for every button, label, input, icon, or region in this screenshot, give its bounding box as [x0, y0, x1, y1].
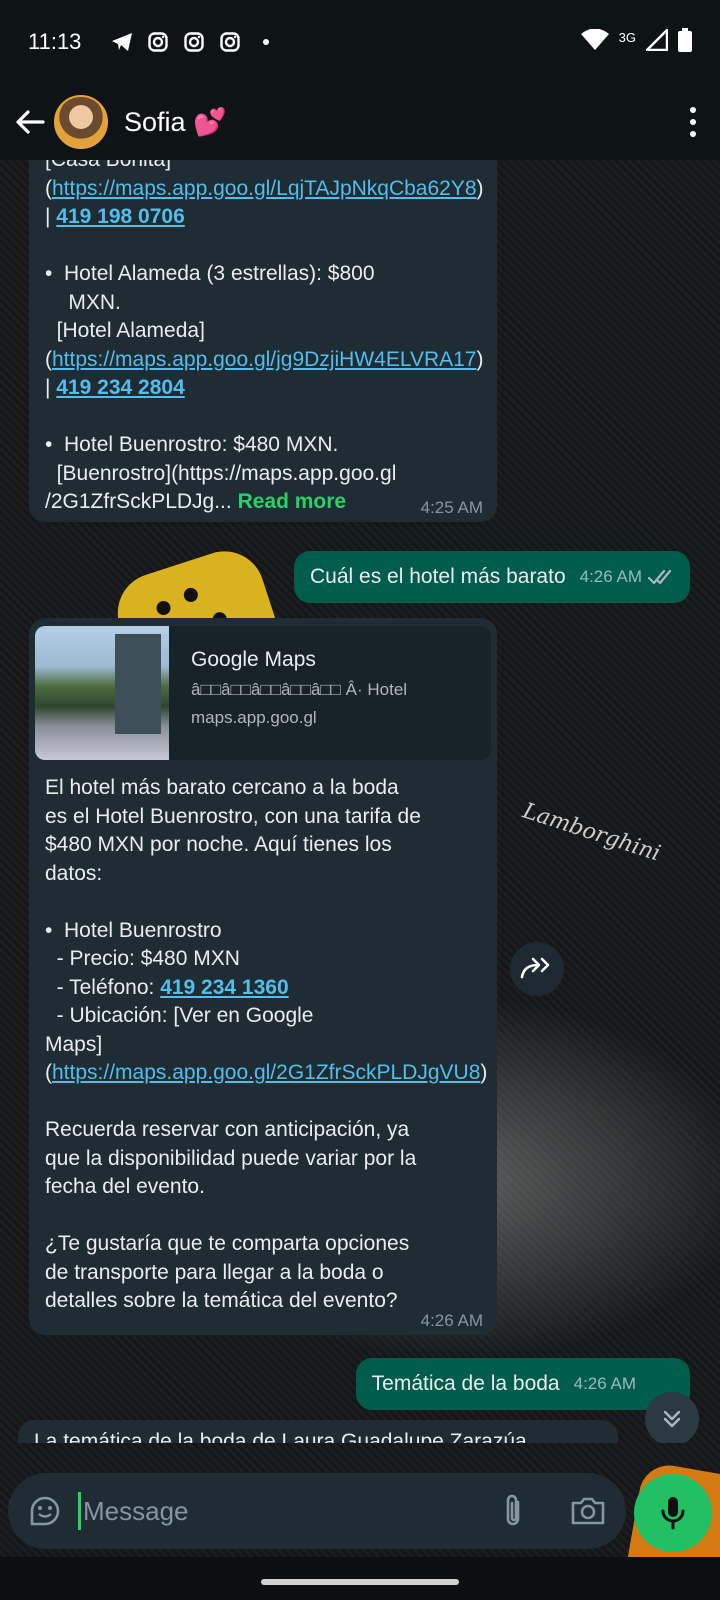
- message-timestamp: 4:26 AM: [420, 1311, 483, 1330]
- wifi-icon: [580, 28, 609, 56]
- message-timestamp: 4:26 AM: [579, 567, 642, 586]
- chat-header: Sofia 💕: [0, 84, 720, 160]
- message-timestamp: 4:25 AM: [420, 498, 483, 517]
- message-text: El hotel más barato cercano a la boda es…: [45, 776, 488, 1312]
- phone-link[interactable]: 419 234 1360: [160, 976, 288, 999]
- instagram-icon: [183, 31, 205, 53]
- link-preview-description: â□□â□□â□□â□□â□□ Â· Hotel: [191, 680, 408, 699]
- contact-name[interactable]: Sofia 💕: [124, 106, 227, 138]
- link-preview-thumbnail: [35, 626, 169, 760]
- scroll-to-bottom-button[interactable]: [645, 1392, 699, 1443]
- camera-icon[interactable]: [568, 1491, 608, 1531]
- read-more-link[interactable]: Read more: [238, 490, 347, 513]
- contact-avatar[interactable]: [54, 95, 108, 149]
- read-receipt-icon: [648, 568, 676, 586]
- message-incoming[interactable]: La temática de la boda de Laura Guadalup…: [18, 1420, 618, 1443]
- text-cursor: [78, 1492, 81, 1530]
- link-preview-domain: maps.app.goo.gl: [191, 708, 317, 727]
- message-outgoing[interactable]: Temática de la boda 4:26 AM: [355, 1358, 690, 1410]
- message-incoming[interactable]: Google Maps â□□â□□â□□â□□â□□ Â· Hotel map…: [29, 618, 497, 1335]
- instagram-icon: [219, 31, 241, 53]
- more-options-icon[interactable]: [678, 102, 708, 142]
- link-preview-title: Google Maps: [191, 648, 316, 671]
- message-incoming[interactable]: [Casa Bonita](https://maps.app.goo.gl/Lq…: [29, 160, 497, 522]
- link-preview-card[interactable]: Google Maps â□□â□□â□□â□□â□□ Â· Hotel map…: [35, 626, 491, 760]
- status-bar: 11:13 3G: [0, 0, 720, 84]
- message-text: La temática de la boda de Laura Guadalup…: [34, 1430, 527, 1443]
- system-navigation-bar: [0, 1557, 720, 1600]
- status-time: 11:13: [28, 29, 82, 54]
- emoji-sticker-icon[interactable]: [26, 1492, 64, 1530]
- dot-icon: [255, 31, 277, 53]
- instagram-icon: [147, 31, 169, 53]
- back-arrow-icon[interactable]: [12, 104, 48, 140]
- battery-icon: [678, 27, 692, 57]
- phone-link[interactable]: 419 234 2804: [56, 376, 184, 399]
- phone-link[interactable]: 419 198 0706: [56, 205, 184, 228]
- message-timestamp: 4:26 AM: [573, 1374, 636, 1393]
- message-text: [Casa Bonita](https://maps.app.goo.gl/Lq…: [45, 160, 490, 513]
- network-type-label: 3G: [618, 29, 636, 45]
- microphone-button[interactable]: [634, 1474, 712, 1552]
- forward-button[interactable]: [510, 942, 564, 996]
- message-outgoing[interactable]: Cuál es el hotel más barato 4:26 AM: [293, 551, 690, 603]
- maps-link[interactable]: https://maps.app.goo.gl/LqjTAJpNkqCba62Y…: [52, 177, 477, 200]
- home-gesture-handle[interactable]: [261, 1579, 459, 1585]
- maps-link[interactable]: https://maps.app.goo.gl/jg9DzjiHW4ELVRA1…: [52, 348, 477, 371]
- message-input[interactable]: [83, 1495, 463, 1527]
- chat-messages[interactable]: [Casa Bonita](https://maps.app.goo.gl/Lq…: [0, 160, 720, 1443]
- paperclip-icon[interactable]: [496, 1491, 532, 1531]
- message-text: Temática de la boda: [371, 1371, 560, 1395]
- message-composer: [8, 1473, 626, 1549]
- message-text: Cuál es el hotel más barato: [309, 564, 566, 588]
- signal-icon: [644, 26, 669, 56]
- telegram-icon: [111, 31, 133, 53]
- maps-link[interactable]: https://maps.app.goo.gl/2G1ZfrSckPLDJgVU…: [52, 1061, 480, 1084]
